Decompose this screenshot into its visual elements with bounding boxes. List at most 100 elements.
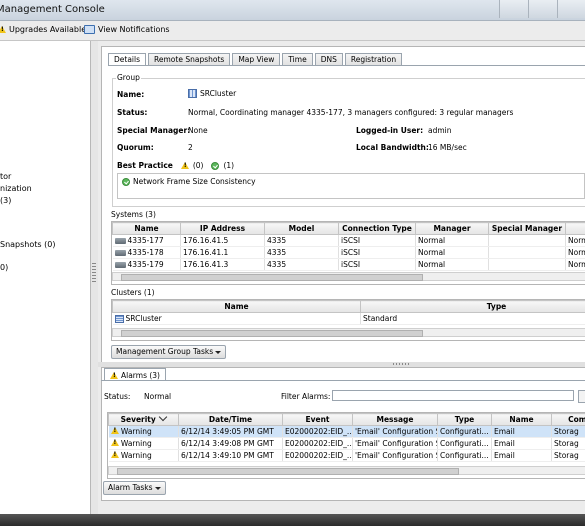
table-cell: E02000202:EID_... xyxy=(282,425,353,438)
table-cell: Warning xyxy=(108,449,179,462)
column-header-ip[interactable]: IP Address xyxy=(180,222,265,235)
table-cell: Warning xyxy=(108,437,179,450)
clusters-horizontal-scrollbar[interactable] xyxy=(112,328,585,337)
tab-dns[interactable]: DNS xyxy=(314,53,343,65)
view-notifications-button[interactable]: View Notifications xyxy=(84,25,170,34)
column-header-r[interactable]: R xyxy=(565,222,585,235)
tree-item[interactable]: tor xyxy=(0,172,11,181)
best-practice-item[interactable]: Network Frame Size Consistency xyxy=(122,177,256,186)
tab-registration[interactable]: Registration xyxy=(344,53,403,65)
systems-horizontal-scrollbar[interactable] xyxy=(112,272,585,281)
column-header-manager[interactable]: Manager xyxy=(415,222,489,235)
chevron-down-icon xyxy=(215,350,222,354)
table-row[interactable]: SRCluster Standard xyxy=(112,312,585,325)
quorum-label: Quorum: xyxy=(117,143,154,152)
alarm-tasks-button[interactable]: Alarm Tasks xyxy=(103,481,166,495)
table-row[interactable]: Warning 6/12/14 3:49:08 PM GMT E02000202… xyxy=(108,437,585,450)
table-row[interactable]: 4335-178 176.16.41.1 4335 iSCSI Normal N… xyxy=(112,246,585,259)
scrollbar-thumb[interactable] xyxy=(121,330,423,337)
column-header-name[interactable]: Name xyxy=(112,222,181,235)
quorum-value: 2 xyxy=(188,143,193,152)
table-cell: SRCluster xyxy=(112,312,361,325)
group-name-label: Name: xyxy=(117,90,145,99)
filter-button[interactable] xyxy=(578,390,585,403)
table-cell: iSCSI xyxy=(338,234,416,247)
group-name-value: SRCluster xyxy=(188,89,236,98)
table-cell: 'Email' Configuration S... xyxy=(352,437,438,450)
column-header-severity[interactable]: Severity xyxy=(108,413,179,426)
column-header-comp[interactable]: Comp xyxy=(551,413,585,426)
column-header-type[interactable]: Type xyxy=(437,413,492,426)
sort-descending-icon xyxy=(159,414,168,422)
storage-system-icon xyxy=(114,238,126,244)
tree-item-snapshots[interactable]: Snapshots (0) xyxy=(0,240,55,249)
scrollbar-thumb[interactable] xyxy=(117,468,459,475)
alarms-status-value: Normal xyxy=(144,392,172,401)
alarms-horizontal-scrollbar[interactable] xyxy=(108,466,585,475)
table-cell: 4335 xyxy=(264,234,339,247)
table-cell: 4335-178 xyxy=(112,246,181,259)
column-header-name[interactable]: Name xyxy=(112,300,361,313)
detail-tabs: Details Remote Snapshots Map View Time D… xyxy=(108,53,404,66)
window-title: Management Console xyxy=(0,4,105,15)
filter-alarms-input[interactable] xyxy=(332,390,574,401)
table-cell: Configurati... xyxy=(437,425,492,438)
column-header-name[interactable]: Name xyxy=(491,413,552,426)
group-legend: Group xyxy=(116,73,141,82)
vertical-splitter[interactable] xyxy=(91,41,98,514)
table-row[interactable]: Warning 6/12/14 3:49:05 PM GMT E02000202… xyxy=(108,425,585,438)
table-cell xyxy=(488,234,566,247)
clusters-table: Name Type SRCluster Standard xyxy=(112,300,585,325)
special-manager-label: Special Manager: xyxy=(117,126,191,135)
minimize-button[interactable] xyxy=(499,0,528,18)
scrollbar-thumb[interactable] xyxy=(121,274,423,281)
warning-icon xyxy=(110,439,119,446)
table-cell xyxy=(488,246,566,259)
upgrades-available-button[interactable]: Upgrades Available xyxy=(0,25,86,34)
storage-system-icon xyxy=(114,250,126,256)
close-button[interactable] xyxy=(557,0,585,18)
tree-item[interactable]: nization xyxy=(0,184,32,193)
column-header-connection-type[interactable]: Connection Type xyxy=(338,222,416,235)
clusters-table-container: Name Type SRCluster Standard xyxy=(111,299,585,341)
warning-icon xyxy=(180,162,189,169)
alarms-table-container: Severity Date/Time Event Message Type Na… xyxy=(107,412,585,479)
management-group-tasks-button[interactable]: Management Group Tasks xyxy=(111,345,227,359)
best-practice-summary: Best Practice (0) (1) xyxy=(117,161,234,170)
tree-item[interactable]: (3) xyxy=(0,196,11,205)
title-bar: Management Console xyxy=(0,0,585,21)
table-row[interactable]: 4335-179 176.16.41.3 4335 iSCSI Normal N… xyxy=(112,258,585,271)
table-row[interactable]: Warning 6/12/14 3:49:10 PM GMT E02000202… xyxy=(108,449,585,462)
column-header-datetime[interactable]: Date/Time xyxy=(178,413,283,426)
table-cell: 'Email' Configuration S... xyxy=(352,449,438,462)
table-cell xyxy=(488,258,566,271)
column-header-message[interactable]: Message xyxy=(352,413,438,426)
tab-time[interactable]: Time xyxy=(282,53,313,65)
table-cell: Normal xyxy=(415,234,489,247)
table-row[interactable]: 4335-177 176.16.41.5 4335 iSCSI Normal N… xyxy=(112,234,585,247)
column-header-special-manager[interactable]: Special Manager xyxy=(488,222,566,235)
upgrades-label: Upgrades Available xyxy=(9,25,87,34)
table-cell: Configurati... xyxy=(437,449,492,462)
alarms-status-label: Status: xyxy=(104,392,131,401)
tree-item[interactable]: 0) xyxy=(0,263,8,272)
table-cell: Storag xyxy=(551,425,585,438)
systems-table: Name IP Address Model Connection Type Ma… xyxy=(112,222,585,271)
best-practice-label: Best Practice xyxy=(117,161,173,170)
table-cell: Storag xyxy=(551,449,585,462)
column-header-event[interactable]: Event xyxy=(282,413,353,426)
column-header-model[interactable]: Model xyxy=(264,222,339,235)
column-header-type[interactable]: Type xyxy=(360,300,585,313)
table-cell: Email xyxy=(491,449,552,462)
table-cell: Normal xyxy=(415,246,489,259)
clusters-title: Clusters (1) xyxy=(111,288,155,297)
best-practice-warning-count: (0) xyxy=(192,161,204,170)
warning-icon xyxy=(110,451,119,458)
tab-map-view[interactable]: Map View xyxy=(232,53,281,65)
table-cell: 6/12/14 3:49:10 PM GMT xyxy=(178,449,283,462)
table-cell: 6/12/14 3:49:08 PM GMT xyxy=(178,437,283,450)
table-cell: 4335-177 xyxy=(112,234,181,247)
maximize-button[interactable] xyxy=(528,0,557,18)
tab-remote-snapshots[interactable]: Remote Snapshots xyxy=(148,53,231,65)
table-cell: 176.16.41.3 xyxy=(180,258,265,271)
